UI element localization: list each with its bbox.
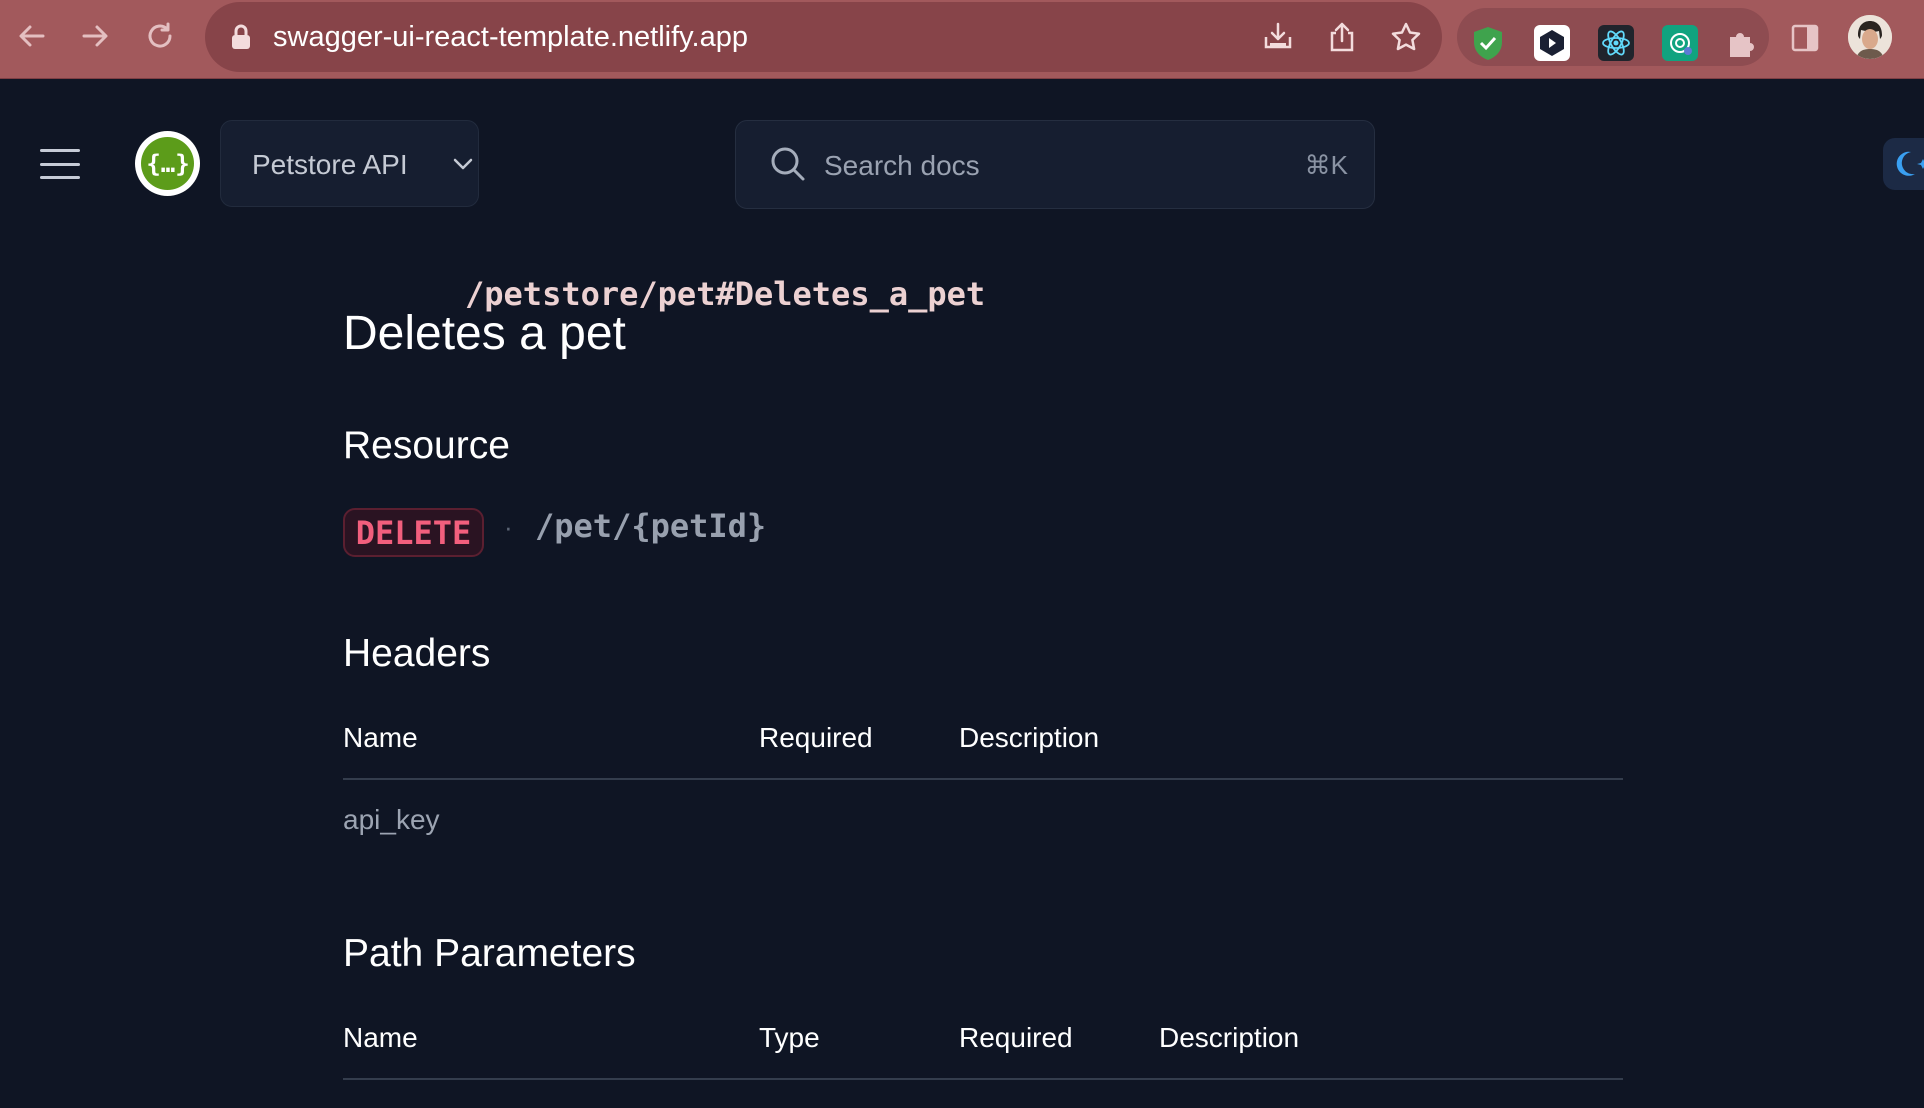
profile-avatar[interactable] [1848, 15, 1892, 59]
lock-icon[interactable] [231, 24, 251, 55]
search-input[interactable]: Search docs ⌘K [735, 120, 1375, 209]
react-extension-icon[interactable] [1598, 25, 1634, 61]
column-header-name: Name [343, 722, 418, 753]
separator-dot: · [504, 512, 513, 542]
extensions-area [1457, 8, 1769, 66]
play-extension-icon[interactable] [1534, 25, 1570, 61]
api-selector-label: Petstore API [252, 149, 408, 180]
api-selector[interactable]: Petstore API [220, 120, 479, 207]
install-icon[interactable] [1260, 19, 1296, 55]
address-bar[interactable]: swagger-ui-react-template.netlify.app/pe… [205, 2, 1442, 313]
browser-toolbar: swagger-ui-react-template.netlify.app/pe… [0, 0, 1924, 313]
page-title: Deletes a pet [343, 307, 626, 360]
headers-heading: Headers [343, 632, 491, 675]
back-icon[interactable] [12, 16, 52, 56]
table-divider [343, 778, 1623, 780]
puzzle-icon[interactable] [1722, 25, 1758, 61]
resource-heading: Resource [343, 424, 510, 467]
path-params-heading: Path Parameters [343, 932, 636, 975]
column-header-required: Required [759, 722, 873, 753]
column-header-required: Required [959, 1022, 1073, 1053]
theme-toggle-icon[interactable] [1883, 138, 1924, 190]
hamburger-icon[interactable] [40, 149, 80, 179]
search-icon [769, 145, 807, 188]
search-shortcut: ⌘K [1304, 150, 1348, 180]
reload-icon[interactable] [140, 16, 180, 56]
header-param-name: api_key [343, 804, 440, 835]
forward-icon[interactable] [75, 16, 115, 56]
method-badge: DELETE [343, 508, 484, 557]
search-placeholder: Search docs [824, 150, 980, 181]
gpt-extension-icon[interactable] [1662, 25, 1698, 61]
star-icon[interactable] [1388, 19, 1424, 55]
column-header-description: Description [959, 722, 1100, 753]
app-header: {…} Petstore API Search docs ⌘K [0, 80, 1924, 250]
swagger-logo-icon[interactable]: {…} [135, 131, 200, 196]
column-header-description: Description [1159, 1022, 1300, 1053]
sidepanel-icon[interactable] [1787, 20, 1823, 56]
shield-extension-icon[interactable] [1470, 25, 1506, 61]
table-divider [343, 1078, 1623, 1080]
column-header-name: Name [343, 1022, 418, 1053]
url-host: swagger-ui-react-template.netlify.app [273, 21, 748, 53]
share-icon[interactable] [1324, 19, 1360, 55]
url-text: swagger-ui-react-template.netlify.app/pe… [273, 2, 985, 313]
column-header-type: Type [759, 1022, 820, 1053]
svg-text:{…}: {…} [148, 150, 188, 178]
chevron-down-icon [451, 152, 475, 181]
endpoint-path: /pet/{petId} [535, 507, 767, 545]
